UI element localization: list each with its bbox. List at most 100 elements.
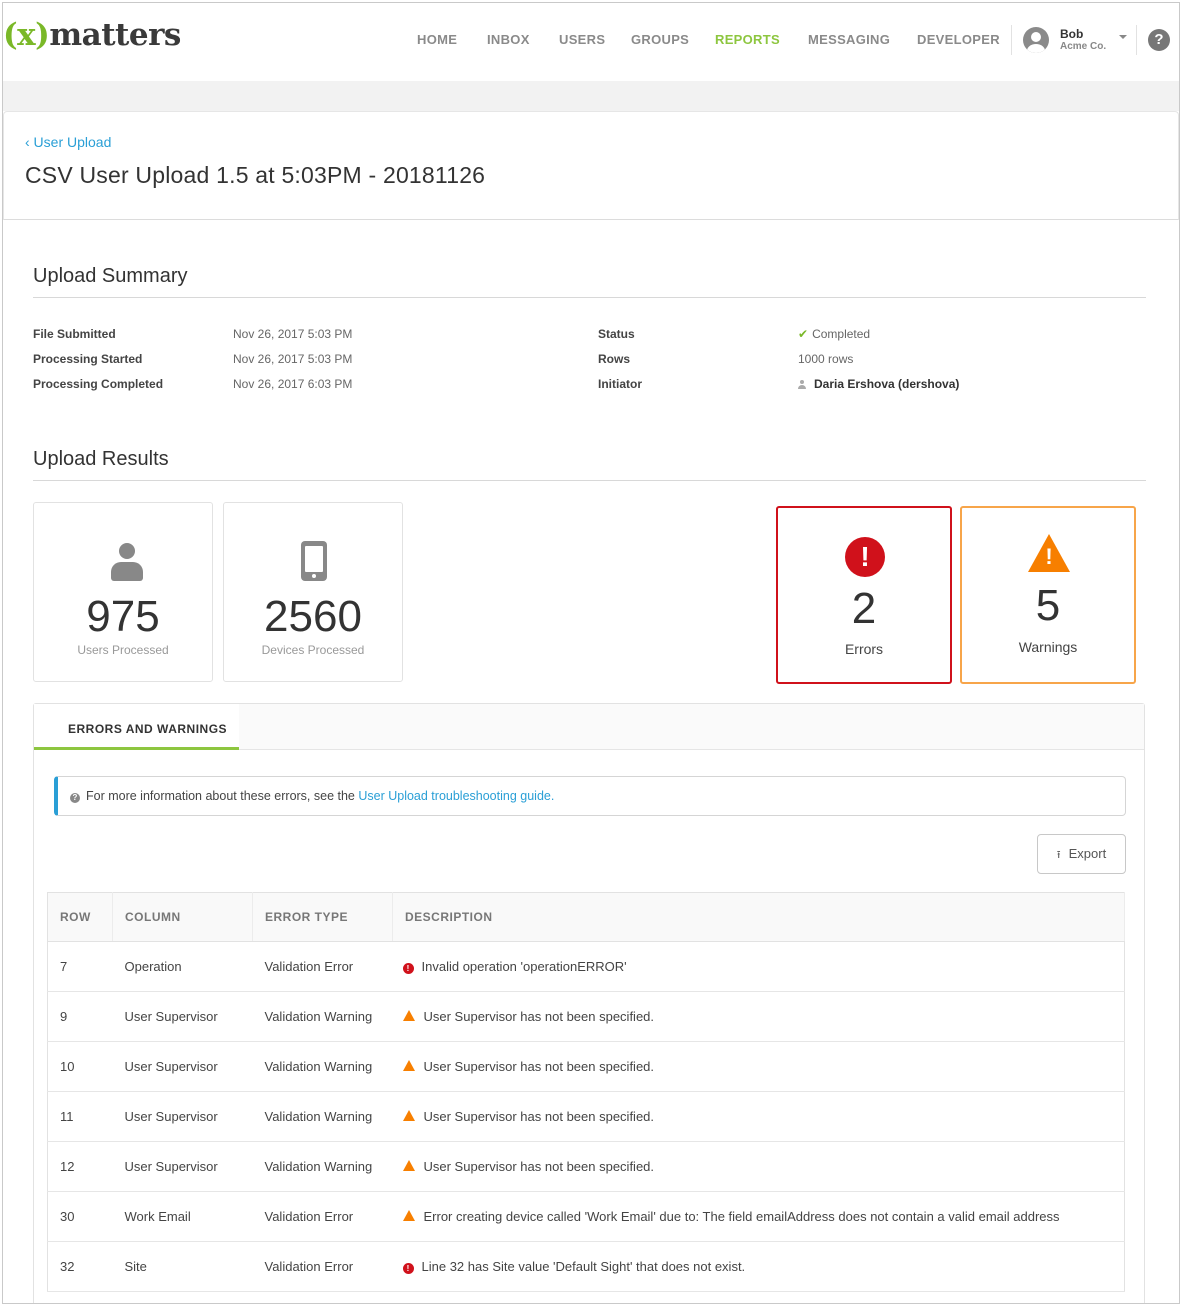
nav-inbox[interactable]: INBOX — [487, 32, 530, 47]
warning-icon — [402, 1110, 415, 1121]
initiator-value[interactable]: Daria Ershova (dershova) — [798, 377, 959, 391]
errors-card[interactable]: ! 2 Errors — [776, 506, 952, 684]
description-cell: User Supervisor has not been specified. — [392, 1041, 1125, 1092]
error-type-cell: Validation Warning — [252, 1141, 393, 1192]
warning-icon — [402, 1060, 415, 1071]
table-row: 10 User Supervisor Validation Warning User … — [47, 1041, 1125, 1092]
description-cell: User Supervisor has not been specified. — [392, 991, 1125, 1042]
error-type-cell: Validation Warning — [252, 991, 393, 1042]
user-avatar-icon[interactable] — [1023, 27, 1049, 53]
breadcrumb-user-upload[interactable]: ‹ User Upload — [25, 134, 111, 150]
devices-processed-card: 2560 Devices Processed — [223, 502, 403, 682]
warning-icon — [402, 1010, 415, 1021]
error-type-cell: Validation Warning — [252, 1091, 393, 1142]
processing-started-label: Processing Started — [33, 352, 143, 366]
column-cell: Site — [112, 1241, 253, 1292]
table-row: 32 Site Validation Error! Line 32 has Site … — [47, 1241, 1125, 1292]
nav-users[interactable]: USERS — [559, 32, 605, 47]
table-header-row: ROW COLUMN ERROR TYPE DESCRIPTION — [47, 892, 1125, 942]
error-type-cell: Validation Warning — [252, 1041, 393, 1092]
page-title: CSV User Upload 1.5 at 5:03PM - 20181126 — [25, 162, 486, 188]
errors-warnings-panel: ERRORS AND WARNINGS ? For more informatio… — [33, 703, 1145, 1303]
app-window: (x)matters HOME INBOX USERS GROUPS REPOR… — [2, 2, 1180, 1304]
person-icon — [111, 543, 143, 581]
column-cell: User Supervisor — [112, 1091, 253, 1142]
description-cell: ! Line 32 has Site value 'Default Sight' … — [392, 1241, 1125, 1292]
column-cell: User Supervisor — [112, 991, 253, 1042]
row-number-cell: 7 — [47, 941, 113, 992]
user-name[interactable]: Bob — [1060, 27, 1083, 41]
page-header: ‹ User Upload CSV User Upload 1.5 at 5:0… — [3, 111, 1179, 220]
devices-processed-label: Devices Processed — [261, 643, 365, 657]
description-cell: User Supervisor has not been specified. — [392, 1141, 1125, 1192]
column-header-row[interactable]: ROW — [47, 892, 113, 942]
warnings-count: 5 — [1035, 581, 1061, 630]
warning-icon — [402, 1160, 415, 1171]
column-header-column[interactable]: COLUMN — [112, 892, 253, 942]
table-row: 12 User Supervisor Validation Warning User … — [47, 1141, 1125, 1192]
errors-count: 2 — [851, 584, 877, 633]
row-number-cell: 32 — [47, 1241, 113, 1292]
mobile-device-icon — [301, 541, 327, 581]
users-processed-count: 975 — [86, 592, 160, 641]
upload-results-title: Upload Results — [33, 448, 169, 470]
table-row: 30 Work Email Validation Error Error creati… — [47, 1191, 1125, 1242]
file-submitted-value: Nov 26, 2017 5:03 PM — [233, 327, 353, 341]
column-header-description[interactable]: DESCRIPTION — [392, 892, 1125, 942]
export-button[interactable]: ⭱ Export — [1037, 834, 1126, 874]
status-value: ✔ Completed — [798, 327, 871, 341]
main-nav: HOME INBOX USERS GROUPS REPORTS MESSAGIN… — [3, 32, 1179, 52]
status-label: Status — [598, 327, 635, 341]
top-navigation-bar: (x)matters HOME INBOX USERS GROUPS REPOR… — [3, 3, 1179, 81]
error-icon: ! — [402, 963, 414, 974]
description-cell: Error creating device called 'Work Email… — [392, 1191, 1125, 1242]
file-submitted-label: File Submitted — [33, 327, 116, 341]
tab-bar: ERRORS AND WARNINGS — [34, 704, 1144, 750]
initiator-label: Initiator — [598, 377, 642, 391]
row-number-cell: 30 — [47, 1191, 113, 1242]
row-number-cell: 12 — [47, 1141, 113, 1192]
error-icon: ! — [402, 1263, 414, 1274]
tab-errors-and-warnings[interactable]: ERRORS AND WARNINGS — [34, 704, 239, 750]
processing-completed-label: Processing Completed — [33, 377, 164, 391]
nav-home[interactable]: HOME — [417, 32, 457, 47]
errors-table: ROW COLUMN ERROR TYPE DESCRIPTION 7 Opera… — [47, 892, 1125, 1292]
user-org[interactable]: Acme Co. — [1060, 41, 1106, 52]
upload-icon: ⭱ — [1056, 849, 1061, 861]
error-icon: ! — [845, 537, 885, 577]
devices-processed-count: 2560 — [264, 592, 362, 641]
user-menu-caret-icon[interactable] — [1119, 35, 1127, 39]
table-row: 7 Operation Validation Error! Invalid opera… — [47, 941, 1125, 992]
error-type-cell: Validation Error — [252, 1191, 393, 1242]
person-icon — [798, 380, 806, 389]
nav-groups[interactable]: GROUPS — [631, 32, 689, 47]
info-banner: ? For more information about these errors… — [54, 776, 1126, 816]
column-cell: Work Email — [112, 1191, 253, 1242]
nav-developer[interactable]: DEVELOPER — [917, 32, 1000, 47]
warnings-label: Warnings — [1018, 639, 1078, 655]
processing-started-value: Nov 26, 2017 5:03 PM — [233, 352, 353, 366]
description-cell: User Supervisor has not been specified. — [392, 1091, 1125, 1142]
rows-value: 1000 rows — [798, 352, 854, 366]
table-row: 9 User Supervisor Validation Warning User S… — [47, 991, 1125, 1042]
column-header-error-type[interactable]: ERROR TYPE — [252, 892, 393, 942]
nav-reports[interactable]: REPORTS — [715, 32, 780, 47]
users-processed-card: 975 Users Processed — [33, 502, 213, 682]
nav-messaging[interactable]: MESSAGING — [808, 32, 890, 47]
warnings-card[interactable]: ! 5 Warnings — [960, 506, 1136, 684]
page-background-band — [3, 81, 1179, 111]
warning-icon — [402, 1210, 415, 1221]
table-row: 11 User Supervisor Validation Warning User … — [47, 1091, 1125, 1142]
rows-label: Rows — [598, 352, 631, 366]
section-divider — [33, 480, 1146, 481]
row-number-cell: 10 — [47, 1041, 113, 1092]
column-cell: User Supervisor — [112, 1141, 253, 1192]
errors-table-body: 7 Operation Validation Error! Invalid opera… — [47, 941, 1125, 1292]
processing-completed-value: Nov 26, 2017 6:03 PM — [233, 377, 353, 391]
troubleshooting-guide-link[interactable]: User Upload troubleshooting guide. — [358, 789, 554, 803]
row-number-cell: 11 — [47, 1091, 113, 1142]
help-icon[interactable]: ? — [1148, 29, 1170, 51]
section-divider — [33, 297, 1146, 298]
upload-summary-title: Upload Summary — [33, 265, 188, 287]
error-type-cell: Validation Error — [252, 1241, 393, 1292]
